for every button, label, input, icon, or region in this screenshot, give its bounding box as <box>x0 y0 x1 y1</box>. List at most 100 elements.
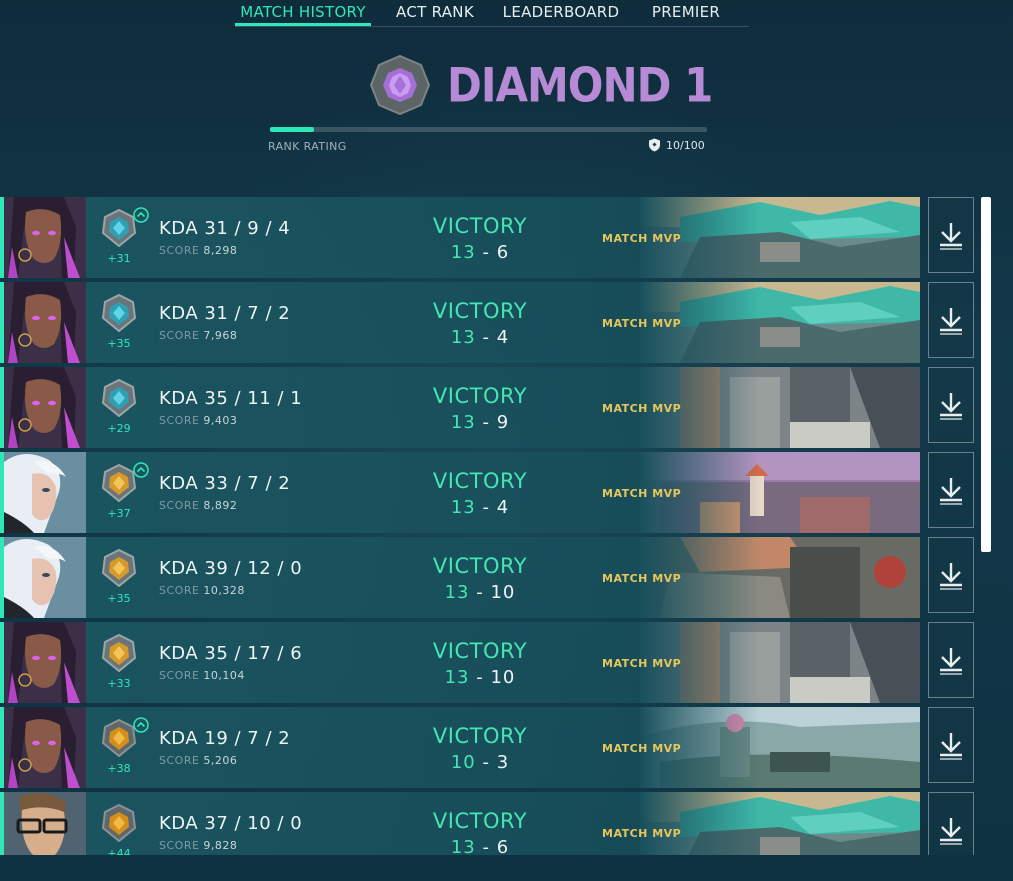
combat-score: SCORE 9,828 <box>159 839 237 852</box>
match-scoreline: 13 - 10 <box>400 667 560 688</box>
match-scoreline: 13 - 6 <box>400 242 560 263</box>
score-separator: - <box>482 752 490 773</box>
match-result: VICTORY <box>432 469 528 493</box>
match-mvp-badge: MATCH MVP <box>602 487 682 500</box>
score-label: SCORE <box>159 584 200 597</box>
enemy-score: 10 <box>490 667 516 688</box>
score-value: 8,892 <box>203 499 238 512</box>
combat-score: SCORE 5,206 <box>159 754 237 767</box>
match-card[interactable]: +35 KDA 39 / 12 / 0 SCORE 10,328 VICTORY … <box>0 537 920 618</box>
match-row-8[interactable]: +44 KDA 37 / 10 / 0 SCORE 9,828 VICTORY 1… <box>0 792 985 855</box>
match-row-3[interactable]: +29 KDA 35 / 11 / 1 SCORE 9,403 VICTORY 1… <box>0 367 985 448</box>
match-card[interactable]: +37 KDA 33 / 7 / 2 SCORE 8,892 VICTORY 13… <box>0 452 920 533</box>
download-icon <box>940 648 962 675</box>
download-icon <box>940 478 962 505</box>
download-button[interactable] <box>928 537 974 613</box>
download-button[interactable] <box>928 707 974 783</box>
agent-portrait <box>4 197 86 278</box>
score-value: 8,298 <box>203 244 238 257</box>
combat-score: SCORE 8,892 <box>159 499 237 512</box>
match-row-1[interactable]: +31 KDA 31 / 9 / 4 SCORE 8,298 VICTORY 13… <box>0 197 985 278</box>
enemy-score: 6 <box>496 242 510 263</box>
tab-act-rank[interactable]: ACT RANK <box>371 0 499 26</box>
score-label: SCORE <box>159 839 200 852</box>
match-mvp-badge: MATCH MVP <box>602 317 682 330</box>
rr-change: +37 <box>107 507 131 520</box>
diamond-rank-icon <box>369 54 431 116</box>
agent-portrait <box>4 707 86 788</box>
kda-text: KDA 37 / 10 / 0 <box>159 813 303 834</box>
match-card[interactable]: +35 KDA 31 / 7 / 2 SCORE 7,968 VICTORY 13… <box>0 282 920 363</box>
rank-rating-bar <box>270 127 707 132</box>
match-row-7[interactable]: +38 KDA 19 / 7 / 2 SCORE 5,206 VICTORY 10… <box>0 707 985 788</box>
agent-portrait <box>4 452 86 533</box>
match-history-list[interactable]: +31 KDA 31 / 9 / 4 SCORE 8,298 VICTORY 13… <box>0 197 985 855</box>
download-button[interactable] <box>928 282 974 358</box>
match-card[interactable]: +44 KDA 37 / 10 / 0 SCORE 9,828 VICTORY 1… <box>0 792 920 855</box>
match-result: VICTORY <box>432 299 528 323</box>
score-value: 5,206 <box>203 754 238 767</box>
match-card[interactable]: +38 KDA 19 / 7 / 2 SCORE 5,206 VICTORY 10… <box>0 707 920 788</box>
match-card[interactable]: +33 KDA 35 / 17 / 6 SCORE 10,104 VICTORY … <box>0 622 920 703</box>
match-row-6[interactable]: +33 KDA 35 / 17 / 6 SCORE 10,104 VICTORY … <box>0 622 985 703</box>
enemy-score: 4 <box>496 327 510 348</box>
tab-leaderboard[interactable]: LEADERBOARD <box>499 0 623 26</box>
combat-score: SCORE 8,298 <box>159 244 237 257</box>
rr-change: +35 <box>107 592 131 605</box>
kda-text: KDA 33 / 7 / 2 <box>159 473 291 494</box>
score-separator: - <box>482 412 490 433</box>
match-mvp-badge: MATCH MVP <box>602 657 682 670</box>
rr-change: +38 <box>107 762 131 775</box>
match-result: VICTORY <box>432 809 528 833</box>
download-button[interactable] <box>928 792 974 855</box>
match-mvp-badge: MATCH MVP <box>602 402 682 415</box>
team-score: 13 <box>444 582 470 603</box>
team-score: 13 <box>450 837 476 855</box>
download-icon <box>940 818 962 845</box>
scrollbar[interactable] <box>981 197 991 552</box>
match-scoreline: 10 - 3 <box>400 752 560 773</box>
match-result: VICTORY <box>432 639 528 663</box>
score-label: SCORE <box>159 499 200 512</box>
match-scoreline: 13 - 10 <box>400 582 560 603</box>
download-button[interactable] <box>928 622 974 698</box>
download-icon <box>940 223 962 250</box>
rank-rating-label: RANK RATING <box>268 140 347 153</box>
download-icon <box>940 563 962 590</box>
match-mvp-badge: MATCH MVP <box>602 572 682 585</box>
match-row-2[interactable]: +35 KDA 31 / 7 / 2 SCORE 7,968 VICTORY 13… <box>0 282 985 363</box>
match-row-5[interactable]: +35 KDA 39 / 12 / 0 SCORE 10,328 VICTORY … <box>0 537 985 618</box>
match-card[interactable]: +29 KDA 35 / 11 / 1 SCORE 9,403 VICTORY 1… <box>0 367 920 448</box>
download-button[interactable] <box>928 367 974 443</box>
rank-badge-icon <box>100 548 138 588</box>
team-score: 13 <box>444 667 470 688</box>
kda-text: KDA 35 / 17 / 6 <box>159 643 303 664</box>
download-button[interactable] <box>928 452 974 528</box>
agent-portrait <box>4 537 86 618</box>
match-scoreline: 13 - 9 <box>400 412 560 433</box>
tab-match-history[interactable]: MATCH HISTORY <box>235 0 371 26</box>
shield-icon <box>649 138 660 152</box>
team-score: 13 <box>450 412 476 433</box>
match-mvp-badge: MATCH MVP <box>602 232 682 245</box>
rr-change: +44 <box>107 847 131 855</box>
rr-change: +31 <box>107 252 131 265</box>
match-scoreline: 13 - 4 <box>400 327 560 348</box>
kda-text: KDA 31 / 9 / 4 <box>159 218 291 239</box>
match-row-4[interactable]: +37 KDA 33 / 7 / 2 SCORE 8,892 VICTORY 13… <box>0 452 985 533</box>
team-score: 10 <box>450 752 476 773</box>
score-separator: - <box>482 327 490 348</box>
tab-premier[interactable]: PREMIER <box>623 0 749 26</box>
match-mvp-badge: MATCH MVP <box>602 742 682 755</box>
combat-score: SCORE 10,104 <box>159 669 245 682</box>
kda-text: KDA 39 / 12 / 0 <box>159 558 303 579</box>
download-button[interactable] <box>928 197 974 273</box>
match-result: VICTORY <box>432 384 528 408</box>
agent-portrait <box>4 282 86 363</box>
score-separator: - <box>476 667 484 688</box>
rank-badge-icon <box>100 378 138 418</box>
score-separator: - <box>476 582 484 603</box>
agent-portrait <box>4 367 86 448</box>
combat-score: SCORE 9,403 <box>159 414 237 427</box>
match-card[interactable]: +31 KDA 31 / 9 / 4 SCORE 8,298 VICTORY 13… <box>0 197 920 278</box>
